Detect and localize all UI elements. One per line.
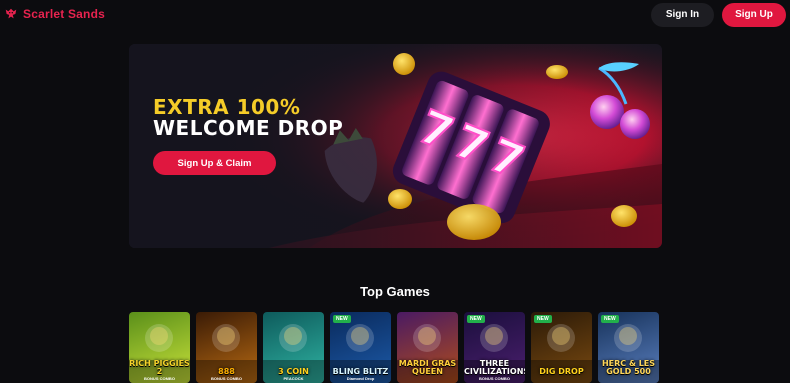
auth-buttons: Sign In Sign Up <box>651 2 786 27</box>
top-games-row: RICH PIGGIES 2 BONUS COMBO 888 BONUS COMBO 3… <box>129 312 659 383</box>
game-title: MARDI GRAS QUEEN <box>398 359 457 376</box>
game-title: DIG DROP <box>539 367 584 376</box>
game-tile[interactable]: NEW BLING BLITZ Diamond Drop <box>330 312 391 383</box>
game-title: THREE CIVILIZATIONS <box>464 359 525 376</box>
sign-up-claim-button[interactable]: Sign Up & Claim <box>153 151 276 175</box>
top-games-heading: Top Games <box>360 284 430 299</box>
promo-banner-artwork: 7 7 7 <box>129 44 662 248</box>
game-tile[interactable]: NEW HERC & LES GOLD 500 <box>598 312 659 383</box>
game-subtitle: BONUS COMBO <box>144 376 175 381</box>
game-tile[interactable]: RICH PIGGIES 2 BONUS COMBO <box>129 312 190 383</box>
coin-icon <box>611 205 637 227</box>
new-badge: NEW <box>534 315 552 323</box>
game-title: 888 <box>218 367 235 376</box>
coin-icon <box>447 204 501 240</box>
game-tile[interactable]: 3 COIN PEACOCK <box>263 312 324 383</box>
game-tile[interactable]: 888 BONUS COMBO <box>196 312 257 383</box>
sign-up-button[interactable]: Sign Up <box>722 2 786 27</box>
game-subtitle: Diamond Drop <box>346 376 375 381</box>
new-badge: NEW <box>601 315 619 323</box>
game-tile[interactable]: MARDI GRAS QUEEN <box>397 312 458 383</box>
dragon-logo-icon <box>5 8 17 18</box>
game-title: 3 COIN <box>278 367 309 376</box>
brand[interactable]: Scarlet Sands <box>4 7 105 21</box>
game-subtitle: PEACOCK <box>283 376 304 381</box>
new-badge: NEW <box>467 315 485 323</box>
coin-icon <box>546 65 568 79</box>
game-title: HERC & LES GOLD 500 <box>601 359 656 376</box>
coin-icon <box>393 53 415 75</box>
promo-headline-line2: WELCOME DROP <box>153 116 344 140</box>
game-title: BLING BLITZ <box>332 367 389 376</box>
game-subtitle: BONUS COMBO <box>479 376 510 381</box>
game-subtitle: BONUS COMBO <box>211 376 242 381</box>
game-title: RICH PIGGIES 2 <box>129 359 190 376</box>
coin-icon <box>388 189 412 209</box>
brand-name: Scarlet Sands <box>23 6 105 21</box>
sign-in-button[interactable]: Sign In <box>651 2 714 27</box>
promo-headline-line1: EXTRA 100% <box>153 95 301 119</box>
new-badge: NEW <box>333 315 351 323</box>
promo-headline: EXTRA 100% WELCOME DROP <box>153 97 343 139</box>
game-tile[interactable]: NEW DIG DROP <box>531 312 592 383</box>
top-navigation-bar: Scarlet Sands Sign In Sign Up <box>0 0 790 27</box>
game-tile[interactable]: NEW THREE CIVILIZATIONS BONUS COMBO <box>464 312 525 383</box>
promo-banner[interactable]: 7 7 7 EXTRA 100% WELCOME DROP Sign Up & … <box>129 44 662 248</box>
